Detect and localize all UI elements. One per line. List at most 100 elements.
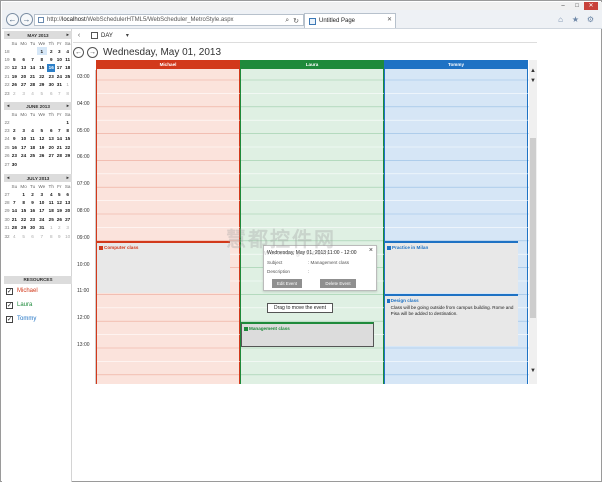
home-icon[interactable]: ⌂ <box>555 14 566 25</box>
view-dropdown-icon[interactable]: ▾ <box>126 32 129 39</box>
calendar-day[interactable]: 3 <box>37 190 48 198</box>
calendar-day[interactable]: 6 <box>47 89 55 97</box>
calendar-day[interactable]: 24 <box>55 72 63 80</box>
event-block[interactable]: Computer class <box>97 241 230 293</box>
calendar-day[interactable]: 1 <box>63 81 72 89</box>
browser-forward-button[interactable]: → <box>20 13 33 26</box>
calendar-day[interactable]: 29 <box>19 224 29 232</box>
minimize-button[interactable]: – <box>556 2 570 10</box>
calendar-day[interactable]: 13 <box>47 135 55 143</box>
calendar-next-icon[interactable]: ▸ <box>67 175 69 181</box>
calendar-day[interactable]: 22 <box>63 143 72 151</box>
calendar-day[interactable]: 16 <box>47 63 56 73</box>
resource-item[interactable]: ✓ Michael <box>4 284 72 298</box>
edit-event-button[interactable]: Edit Event <box>272 279 302 288</box>
calendar-day[interactable]: 17 <box>37 207 48 215</box>
resource-checkbox[interactable]: ✓ <box>6 301 13 309</box>
calendar-day[interactable]: 24 <box>19 152 29 160</box>
calendar-day[interactable]: 4 <box>29 89 37 97</box>
calendar-day[interactable]: 1 <box>36 47 48 56</box>
calendar-day[interactable]: 11 <box>29 135 37 143</box>
settings-gear-icon[interactable]: ⚙ <box>585 14 596 25</box>
view-day-button[interactable]: DAY ▾ <box>85 32 135 39</box>
delete-event-button[interactable]: Delete Event <box>320 279 356 288</box>
calendar-day[interactable]: 22 <box>19 215 29 223</box>
calendar-day[interactable]: 3 <box>55 47 63 55</box>
calendar-day[interactable]: 17 <box>55 64 63 72</box>
calendar-day[interactable]: 4 <box>63 47 72 55</box>
calendar-day[interactable]: 4 <box>29 126 37 134</box>
calendar-day[interactable]: 23 <box>10 152 19 160</box>
calendar-day[interactable]: 21 <box>10 215 19 223</box>
calendar-day[interactable]: 17 <box>19 143 29 151</box>
calendar-day[interactable]: 12 <box>10 64 19 72</box>
calendar-day[interactable]: 29 <box>63 152 72 160</box>
calendar-day[interactable]: 15 <box>63 135 72 143</box>
calendar-day[interactable]: 3 <box>19 89 29 97</box>
calendar-day[interactable]: 9 <box>55 232 63 240</box>
scroll-up-icon[interactable]: ▲ <box>529 68 537 74</box>
favorites-icon[interactable]: ★ <box>570 14 581 25</box>
calendar-day[interactable]: 14 <box>10 207 19 215</box>
calendar-day[interactable]: 21 <box>55 143 63 151</box>
calendar-day[interactable]: 25 <box>63 72 72 80</box>
calendar-day[interactable]: 20 <box>63 207 72 215</box>
calendar-day[interactable]: 26 <box>55 215 63 223</box>
maximize-button[interactable]: □ <box>570 2 584 10</box>
calendar-day[interactable]: 1 <box>47 224 55 232</box>
calendar-day[interactable]: 7 <box>55 89 63 97</box>
resource-item[interactable]: ✓ Laura <box>4 298 72 312</box>
popup-close-icon[interactable]: × <box>369 247 373 254</box>
calendar-day[interactable]: 5 <box>37 89 48 97</box>
event-block[interactable]: Management class <box>241 322 374 347</box>
calendar-day[interactable]: 26 <box>37 152 48 160</box>
calendar-day[interactable]: 6 <box>47 126 55 134</box>
calendar-day[interactable]: 19 <box>37 143 48 151</box>
calendar-day[interactable]: 27 <box>19 81 29 89</box>
calendar-day[interactable]: 8 <box>37 55 48 63</box>
calendar-day[interactable]: 31 <box>55 81 63 89</box>
calendar-day[interactable]: 15 <box>37 64 48 72</box>
calendar-day[interactable]: 12 <box>37 135 48 143</box>
close-window-button[interactable]: ✕ <box>584 2 598 10</box>
calendar-day[interactable]: 23 <box>47 72 55 80</box>
calendar-day[interactable]: 2 <box>29 190 37 198</box>
resource-checkbox[interactable]: ✓ <box>6 287 13 295</box>
calendar-day[interactable]: 5 <box>19 232 29 240</box>
calendar-day[interactable]: 19 <box>10 72 19 80</box>
calendar-day[interactable]: 12 <box>55 198 63 206</box>
calendar-day[interactable]: 7 <box>37 232 48 240</box>
calendar-next-icon[interactable]: ▸ <box>67 32 69 38</box>
scroll-up-alt-icon[interactable]: ▼ <box>529 78 537 84</box>
scroll-thumb[interactable] <box>530 138 536 318</box>
calendar-day[interactable]: 4 <box>10 232 19 240</box>
calendar-day[interactable]: 16 <box>10 143 19 151</box>
scroll-down-icon[interactable]: ▼ <box>529 368 537 374</box>
calendar-day[interactable]: 4 <box>47 190 55 198</box>
calendar-day[interactable]: 13 <box>19 64 29 72</box>
calendar-prev-icon[interactable]: ◂ <box>7 175 9 181</box>
calendar-day[interactable]: 1 <box>19 190 29 198</box>
calendar-prev-icon[interactable]: ◂ <box>7 32 9 38</box>
calendar-day[interactable]: 9 <box>10 135 19 143</box>
calendar-day[interactable]: 7 <box>55 126 63 134</box>
calendar-day[interactable]: 18 <box>29 143 37 151</box>
calendar-day[interactable]: 14 <box>29 64 37 72</box>
browser-back-button[interactable]: ← <box>6 13 19 26</box>
calendar-day[interactable]: 8 <box>63 126 72 134</box>
calendar-day[interactable]: 21 <box>29 72 37 80</box>
calendar-next-icon[interactable]: ▸ <box>67 103 69 109</box>
calendar-day[interactable]: 6 <box>29 232 37 240</box>
calendar-day[interactable]: 3 <box>19 126 29 134</box>
calendar-day[interactable]: 9 <box>47 55 55 63</box>
calendar-day[interactable]: 19 <box>55 207 63 215</box>
calendar-day[interactable]: 20 <box>47 143 55 151</box>
calendar-day[interactable]: 10 <box>37 198 48 206</box>
calendar-day[interactable]: 10 <box>55 55 63 63</box>
calendar-day[interactable]: 8 <box>47 232 55 240</box>
calendar-day[interactable]: 7 <box>10 198 19 206</box>
calendar-day[interactable]: 24 <box>37 215 48 223</box>
calendar-day[interactable]: 30 <box>10 160 19 168</box>
tab-close-icon[interactable]: ✕ <box>387 16 392 23</box>
resource-column-body[interactable] <box>96 69 241 384</box>
